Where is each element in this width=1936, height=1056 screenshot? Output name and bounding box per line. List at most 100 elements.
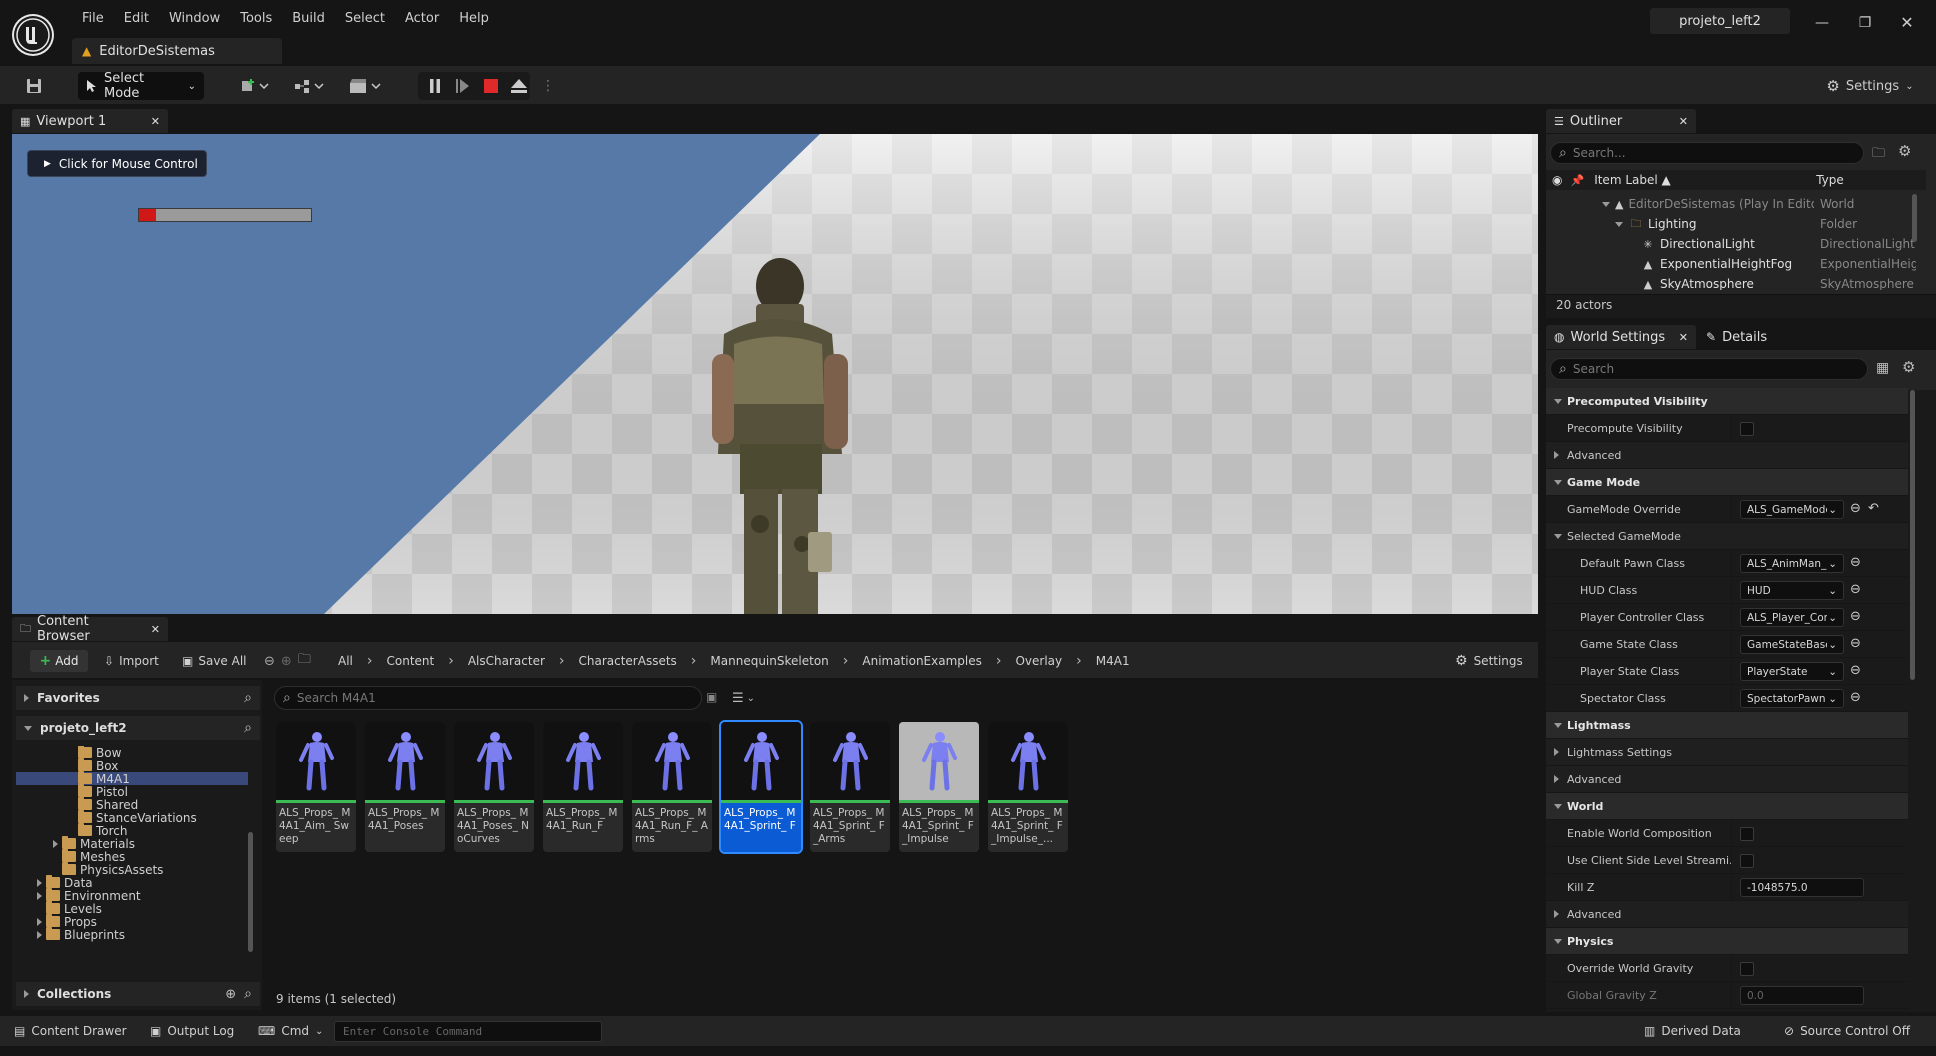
class-picker-dropdown[interactable]: HUD ⌄ (1740, 581, 1844, 600)
subcategory-header[interactable]: Lightmass Settings (1546, 739, 1908, 766)
property-checkbox[interactable] (1740, 422, 1754, 436)
folder-tree-item[interactable]: Bow (16, 746, 248, 760)
class-picker-dropdown[interactable]: SpectatorPawn ⌄ (1740, 689, 1844, 708)
blueprint-button[interactable] (288, 72, 330, 100)
frame-skip-icon[interactable] (452, 72, 474, 100)
browse-asset-icon[interactable]: ⊖ (1850, 609, 1861, 624)
category-header[interactable]: Physics (1546, 928, 1908, 955)
breadcrumb-item[interactable]: AnimationExamples (858, 654, 986, 668)
search-icon[interactable]: ⌕ (244, 690, 252, 706)
breadcrumb-separator-icon[interactable]: › (986, 653, 1012, 669)
search-icon[interactable]: ⌕ (244, 720, 252, 736)
outliner-row[interactable]: ✳ DirectionalLight DirectionalLight (1546, 234, 1920, 254)
numeric-input[interactable]: -1048575.0 (1740, 878, 1864, 897)
folder-tree-item[interactable]: Meshes (16, 849, 248, 864)
asset-tile[interactable]: ALS_Props_ M4A1_Run_F_ Arms (632, 722, 712, 852)
expand-icon[interactable] (32, 878, 46, 887)
expand-icon[interactable] (1554, 775, 1559, 783)
forward-icon[interactable]: ⊕ (281, 654, 292, 669)
reset-to-default-icon[interactable]: ↶ (1868, 501, 1879, 516)
menu-item-select[interactable]: Select (335, 8, 395, 30)
expand-icon[interactable] (32, 930, 46, 939)
tab-outliner[interactable]: ☰ Outliner ✕ (1546, 109, 1696, 133)
filter-button[interactable]: ☰ ⌄ (732, 688, 755, 708)
browse-asset-icon[interactable]: ⊖ (1850, 555, 1861, 570)
menu-item-window[interactable]: Window (159, 8, 230, 30)
add-button[interactable]: + Add (30, 650, 88, 672)
outliner-row[interactable]: ▲ EditorDeSistemas (Play In Editor) World (1546, 194, 1920, 214)
breadcrumb-separator-icon[interactable]: › (549, 653, 575, 669)
category-header[interactable]: Precomputed Visibility (1546, 388, 1908, 415)
breadcrumb-item[interactable]: CharacterAssets (575, 654, 681, 668)
close-icon[interactable]: ✕ (1679, 331, 1688, 344)
content-drawer-button[interactable]: ▤ Content Drawer (14, 1020, 127, 1042)
output-log-button[interactable]: ▣ Output Log (150, 1020, 234, 1042)
folder-tree-item[interactable]: Blueprints (16, 927, 248, 942)
numeric-input[interactable]: 0.0 (1740, 986, 1864, 1005)
folder-tree-item[interactable]: Box (16, 758, 248, 773)
subcategory-header[interactable]: Advanced (1546, 442, 1908, 469)
subcategory-header[interactable]: Advanced (1546, 901, 1908, 928)
close-window-button[interactable]: ✕ (1892, 12, 1922, 34)
property-checkbox[interactable] (1740, 962, 1754, 976)
asset-search-input[interactable]: ⌕ Search M4A1 (274, 686, 702, 710)
level-tab[interactable]: ▲ EditorDeSistemas (72, 38, 282, 64)
add-folder-icon[interactable]: 🗀 (1872, 144, 1885, 166)
expand-icon[interactable] (1554, 451, 1559, 459)
expand-icon[interactable] (32, 917, 46, 926)
collapse-icon[interactable] (1554, 804, 1562, 809)
property-checkbox[interactable] (1740, 827, 1754, 841)
browse-asset-icon[interactable]: ⊖ (1850, 690, 1861, 705)
asset-tile[interactable]: ALS_Props_ M4A1_Aim_ Sweep (276, 722, 356, 852)
property-checkbox[interactable] (1740, 854, 1754, 868)
folder-tree-item[interactable]: Materials (16, 836, 248, 851)
favorites-header[interactable]: Favorites ⌕ (16, 686, 260, 710)
breadcrumb-item[interactable]: AlsCharacter (464, 654, 549, 668)
asset-tile[interactable]: ALS_Props_ M4A1_Poses_ NoCurves (454, 722, 534, 852)
content-browser-settings-button[interactable]: ⚙ Settings (1455, 650, 1523, 672)
more-options-icon[interactable]: ⋮ (536, 72, 560, 100)
asset-tile[interactable]: ALS_Props_ M4A1_Sprint_ F_Impulse_... (988, 722, 1068, 852)
category-header[interactable]: World (1546, 793, 1908, 820)
expand-icon[interactable] (1554, 748, 1559, 756)
menu-item-build[interactable]: Build (282, 8, 335, 30)
collapse-icon[interactable] (1554, 534, 1562, 539)
save-all-button[interactable]: ▣ Save All (182, 650, 247, 672)
category-header[interactable]: Lightmass (1546, 712, 1908, 739)
select-mode-dropdown[interactable]: Select Mode ⌄ (78, 71, 204, 101)
import-button[interactable]: ⇩ Import (104, 650, 159, 672)
pause-icon[interactable] (424, 72, 446, 100)
source-control-button[interactable]: ⊘ Source Control Off (1784, 1020, 1910, 1042)
breadcrumb-separator-icon[interactable]: › (1066, 653, 1092, 669)
cinematics-button[interactable] (344, 72, 386, 100)
folder-tree-item[interactable]: Shared (16, 797, 248, 812)
tab-world-settings[interactable]: ◍ World Settings ✕ (1546, 325, 1696, 349)
close-icon[interactable]: ✕ (151, 623, 160, 636)
outliner-row[interactable]: ▲ ExponentialHeightFog ExponentialHeightFo… (1546, 254, 1920, 274)
tree-scrollbar[interactable] (248, 832, 253, 952)
save-search-icon[interactable]: ▣ (706, 690, 717, 704)
eject-icon[interactable] (508, 72, 530, 100)
collapse-icon[interactable] (1554, 939, 1562, 944)
toolbar-settings-button[interactable]: ⚙ Settings ⌄ (1820, 72, 1920, 100)
breadcrumb-separator-icon[interactable]: › (681, 653, 707, 669)
class-picker-dropdown[interactable]: ALS_AnimMan_Ch⌄ (1740, 554, 1844, 573)
col-item-label[interactable]: Item Label ▲ (1594, 173, 1816, 187)
collapse-icon[interactable] (1554, 723, 1562, 728)
outliner-search-input[interactable]: ⌕ Search... (1550, 142, 1864, 164)
subcategory-header[interactable]: Advanced (1546, 766, 1908, 793)
save-icon[interactable] (20, 72, 48, 100)
collections-header[interactable]: Collections ⊕ ⌕ (16, 982, 260, 1006)
collapse-icon[interactable] (1614, 221, 1624, 227)
breadcrumb-separator-icon[interactable]: › (438, 653, 464, 669)
folder-tree-item[interactable]: StanceVariations (16, 810, 248, 825)
expand-icon[interactable] (48, 839, 62, 848)
outliner-row[interactable]: 🗀 Lighting Folder (1546, 214, 1920, 234)
derived-data-button[interactable]: ▥ Derived Data (1644, 1020, 1741, 1042)
mouse-control-button[interactable]: ▶ Click for Mouse Control (27, 150, 207, 177)
breadcrumb-item[interactable]: Overlay (1011, 654, 1066, 668)
expand-icon[interactable] (1554, 910, 1559, 918)
category-header[interactable]: Game Mode (1546, 469, 1908, 496)
folder-tree-item[interactable]: Pistol (16, 784, 248, 799)
tab-details[interactable]: ✎ Details (1706, 325, 1767, 349)
